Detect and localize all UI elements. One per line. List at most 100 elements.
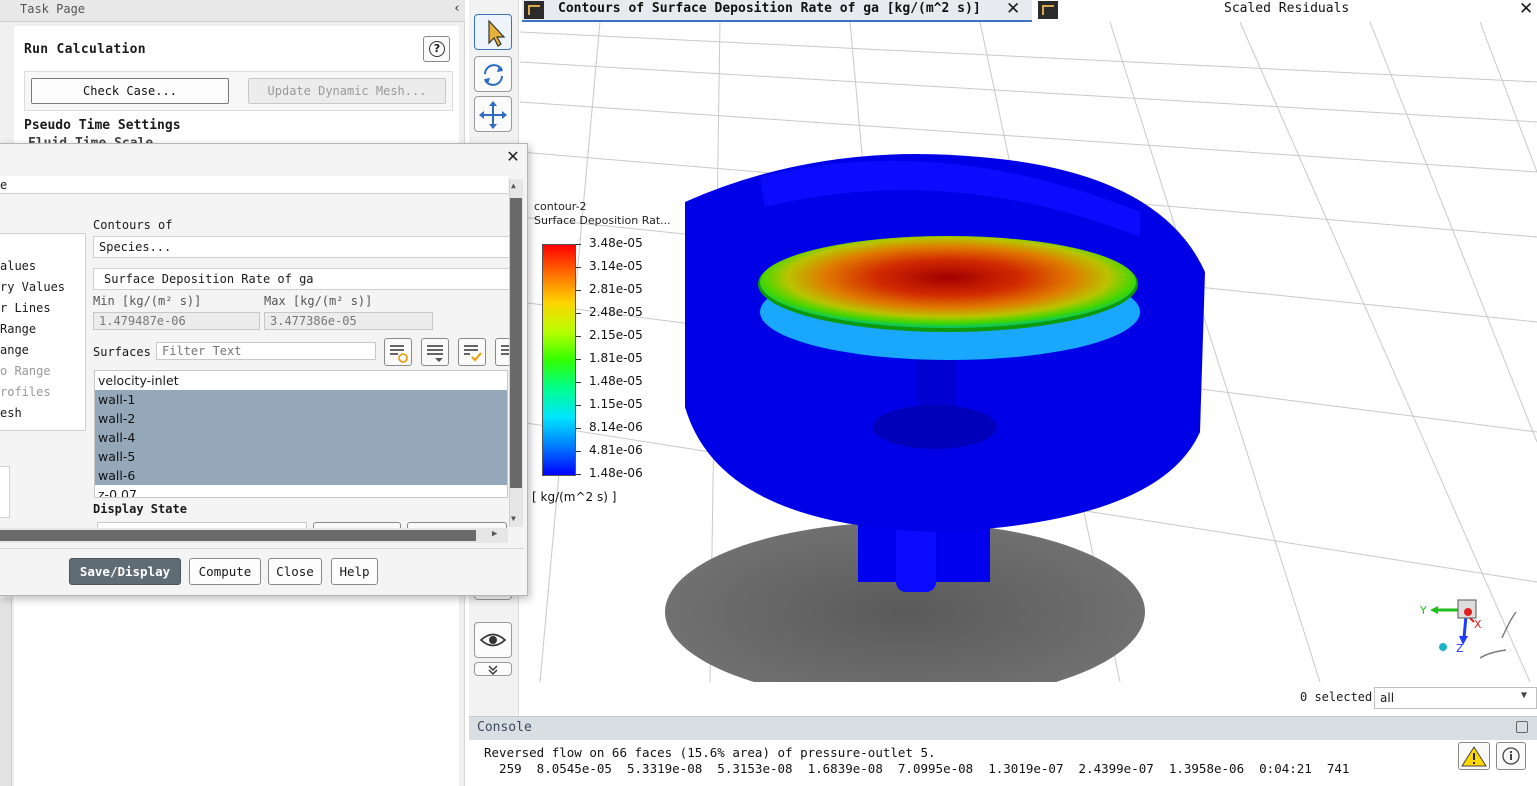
list-icon [501, 345, 510, 355]
legend-label: 1.81e-05 [589, 351, 643, 365]
max-label: Max [kg/(m² s)] [264, 294, 373, 308]
save-display-button[interactable]: Save/Display [69, 558, 181, 585]
surfaces-label: Surfaces [93, 345, 151, 359]
new-surface-button[interactable] [384, 338, 412, 366]
option-boundary-values[interactable]: ry Values [0, 280, 65, 294]
option-auto-range[interactable]: ange [0, 343, 29, 357]
surface-list-item[interactable]: wall-5 [95, 447, 507, 466]
console-line: Reversed flow on 66 faces (15.6% area) o… [484, 745, 936, 760]
fluent-tab-icon [1038, 1, 1058, 19]
surface-types-button[interactable] [421, 338, 449, 366]
tab-contours-title[interactable]: Contours of Surface Deposition Rate of g… [558, 1, 981, 16]
rotate-icon [484, 64, 503, 86]
legend-label: 3.48e-05 [589, 236, 643, 250]
pseudo-time-settings-title: Pseudo Time Settings [24, 118, 181, 133]
legend-label: 2.15e-05 [589, 328, 643, 342]
display-state-label: Display State [93, 502, 187, 516]
close-button[interactable]: Close [268, 558, 322, 585]
console-header [469, 716, 1537, 740]
colormap-options-box [0, 466, 10, 518]
option-draw-mesh[interactable]: esh [0, 406, 22, 420]
legend-tick [576, 290, 581, 291]
close-icon[interactable]: ✕ [1006, 0, 1020, 19]
option-draw-profiles[interactable]: rofiles [0, 385, 51, 399]
eye-icon [479, 633, 507, 647]
legend-label: 1.48e-06 [589, 466, 643, 480]
axis-z-label: Z [1456, 642, 1464, 655]
scroll-down-icon[interactable]: ▼ [511, 514, 516, 523]
help-icon[interactable]: ? [423, 36, 450, 62]
info-button[interactable] [1496, 742, 1526, 770]
axis-triad: Y X Z [1419, 599, 1517, 659]
surface-list-item[interactable]: velocity-inlet [95, 371, 507, 390]
surface-list-item[interactable]: wall-4 [95, 428, 507, 447]
scrollbar-thumb[interactable] [0, 530, 476, 541]
surfaces-list[interactable]: velocity-inlet wall-1 wall-2 wall-4 wall-5 wa… [94, 370, 508, 498]
legend-label: 1.15e-05 [589, 397, 643, 411]
pan-tool[interactable] [474, 96, 512, 132]
option-contour-lines[interactable]: r Lines [0, 301, 51, 315]
select-all-surfaces-button[interactable] [458, 338, 486, 366]
legend-name: contour-2 [534, 200, 587, 213]
info-icon [1502, 747, 1520, 765]
selection-filter-dropdown[interactable]: all [1374, 687, 1537, 709]
legend-label: 8.14e-06 [589, 420, 643, 434]
disc-contour [760, 236, 1136, 328]
legend-title: Surface Deposition Rat... [534, 214, 671, 227]
legend-tick [576, 244, 581, 245]
legend-tick [576, 474, 581, 475]
tab-scaled-residuals[interactable]: Scaled Residuals [1224, 1, 1349, 16]
legend-tick [576, 267, 581, 268]
surface-list-item[interactable]: wall-2 [95, 409, 507, 428]
chevron-down-icon[interactable]: ▼ [1521, 690, 1527, 701]
legend-tick [576, 382, 581, 383]
warning-button[interactable] [1458, 742, 1490, 770]
maximize-icon[interactable] [1516, 721, 1528, 733]
toolbar-more-button[interactable] [474, 662, 512, 676]
run-calculation-title: Run Calculation [24, 42, 146, 57]
scroll-up-icon[interactable]: ▲ [511, 181, 516, 190]
close-icon[interactable]: ✕ [504, 147, 522, 166]
legend-label: 3.14e-05 [589, 259, 643, 273]
rotate-tool[interactable] [474, 56, 512, 92]
check-case-button[interactable]: Check Case... [31, 78, 229, 104]
surface-list-item[interactable]: wall-1 [95, 390, 507, 409]
option-global-range[interactable]: Range [0, 322, 36, 336]
options-group: alues ry Values r Lines Range ange o Ran… [0, 233, 86, 431]
selected-count: 0 selected [1300, 690, 1373, 704]
legend-unit: [ kg/(m^2 s) ] [532, 490, 617, 504]
double-chevron-down-icon [488, 665, 498, 675]
task-page-title: Task Page [20, 2, 86, 16]
pointer-icon [488, 19, 506, 47]
console-title: Console [477, 720, 532, 735]
update-dynamic-mesh-button[interactable]: Update Dynamic Mesh... [248, 78, 446, 104]
close-icon[interactable]: ✕ [1519, 0, 1533, 19]
option-clip-to-range[interactable]: o Range [0, 364, 51, 378]
legend-label: 4.81e-06 [589, 443, 643, 457]
legend-tick [576, 313, 581, 314]
contour-name-field[interactable]: e [0, 176, 508, 194]
console-line: 259 8.0545e-05 5.3319e-08 5.3153e-08 1.6… [484, 761, 1350, 776]
select-pointer-tool[interactable] [474, 14, 512, 50]
help-button[interactable]: Help [331, 558, 378, 585]
scroll-right-icon[interactable]: ▶ [492, 529, 497, 539]
list-new-icon [390, 345, 408, 363]
contour-render [520, 22, 1537, 682]
warning-icon [1461, 746, 1487, 767]
graphics-viewport[interactable] [520, 22, 1537, 682]
legend-label: 1.48e-05 [589, 374, 643, 388]
collapse-chevron-icon[interactable]: ‹ [451, 1, 463, 19]
contours-variable-select[interactable]: Surface Deposition Rate of ga [93, 268, 513, 290]
option-node-values[interactable]: alues [0, 259, 36, 273]
surface-list-item[interactable]: wall-6 [95, 466, 507, 485]
view-visibility-tool[interactable] [474, 622, 512, 658]
axis-x-label: X [1474, 618, 1482, 631]
fluent-tab-icon [524, 1, 544, 19]
contours-category-select[interactable]: Species... [93, 236, 513, 258]
legend-tick [576, 451, 581, 452]
compute-button[interactable]: Compute [189, 558, 261, 585]
surface-list-item[interactable]: z-0.07 [95, 485, 507, 497]
scrollbar-thumb[interactable] [510, 198, 522, 488]
surfaces-filter-input[interactable] [156, 342, 376, 360]
legend-tick [576, 336, 581, 337]
